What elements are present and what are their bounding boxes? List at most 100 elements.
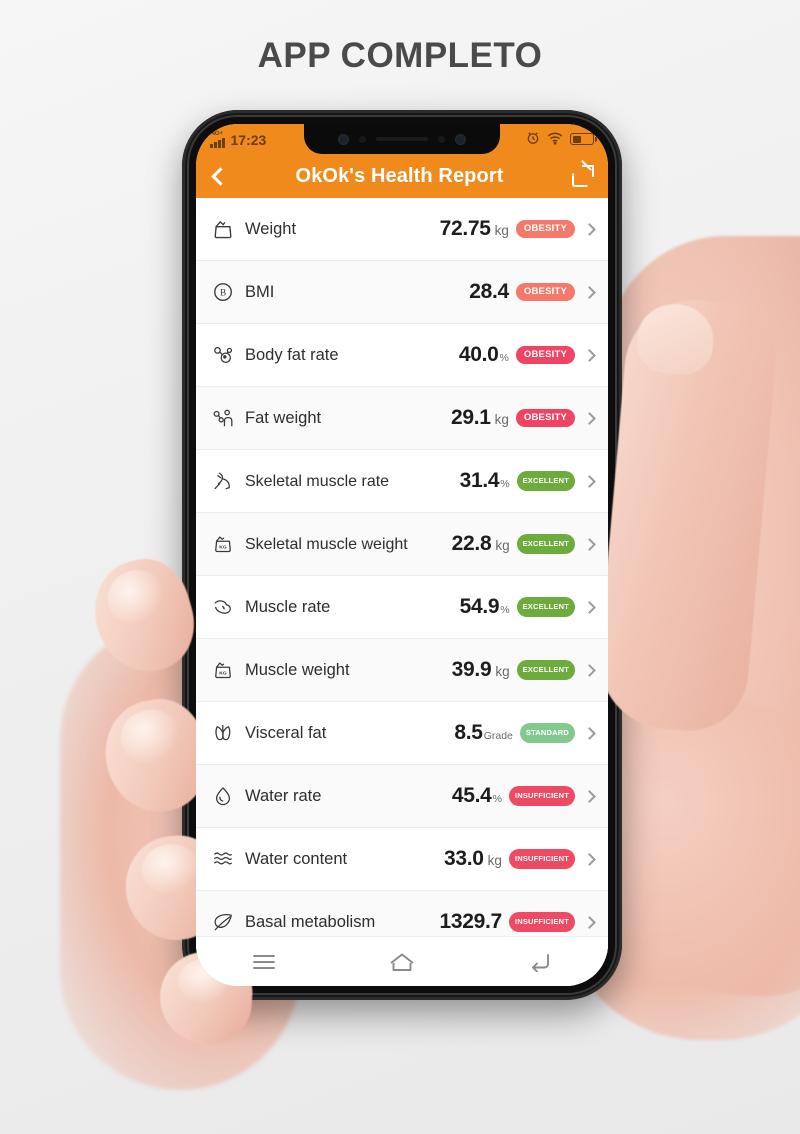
chevron-right-icon[interactable] xyxy=(583,789,596,803)
chevron-right-icon[interactable] xyxy=(583,222,596,236)
front-camera-icon xyxy=(338,133,349,145)
waves-icon xyxy=(210,846,236,872)
status-badge: OBESITY xyxy=(515,283,575,301)
row-label: Muscle rate xyxy=(245,597,331,616)
svg-text:KG: KG xyxy=(219,545,227,551)
chevron-right-icon[interactable] xyxy=(583,663,596,677)
row-value-unit: Grade xyxy=(483,730,513,742)
row-value-unit: % xyxy=(500,478,510,490)
row-label: Basal metabolism xyxy=(245,912,376,931)
kg-tag-icon: KG xyxy=(210,531,236,557)
scale-icon xyxy=(210,216,236,242)
signal-icon xyxy=(210,137,225,148)
fat-cells-icon xyxy=(210,342,236,368)
row-value: 33.0 kg xyxy=(444,847,502,871)
row-value: 45.4% xyxy=(452,784,502,808)
row-value: 22.8 kg xyxy=(452,532,510,556)
row-value-number: 22.8 xyxy=(451,532,492,555)
table-row[interactable]: Visceral fat 8.5 Grade STANDARD xyxy=(196,702,608,765)
row-value-unit: kg xyxy=(494,223,509,238)
chevron-right-icon[interactable] xyxy=(583,348,596,362)
row-value: 39.9 kg xyxy=(452,658,510,682)
chevron-right-icon[interactable] xyxy=(583,474,596,488)
front-camera-2-icon xyxy=(455,133,466,145)
row-value-number: 8.5 xyxy=(454,721,483,744)
row-value-number: 72.75 xyxy=(439,217,491,240)
row-value-number: 45.4 xyxy=(451,784,492,807)
status-bar-left: 4G+ 17:23 xyxy=(210,131,266,148)
home-button[interactable] xyxy=(389,952,415,972)
share-icon[interactable] xyxy=(572,165,594,187)
leaf-icon xyxy=(210,909,236,935)
table-row[interactable]: Skeletal muscle rate 31.4% EXCELLENT xyxy=(196,450,608,513)
chevron-right-icon[interactable] xyxy=(583,411,596,425)
table-row[interactable]: Muscle rate 54.9% EXCELLENT xyxy=(196,576,608,639)
table-row[interactable]: Weight 72.75 kg OBESITY xyxy=(196,198,608,261)
status-badge: INSUFFICIENT xyxy=(508,849,575,869)
table-row[interactable]: B BMI 28.4 OBESITY xyxy=(196,261,608,324)
earpiece-speaker xyxy=(376,137,428,141)
chevron-right-icon[interactable] xyxy=(583,537,596,551)
row-value: 72.75 kg xyxy=(440,217,509,241)
status-badge: EXCELLENT xyxy=(516,660,575,680)
app-bar: OkOk's Health Report xyxy=(196,154,608,198)
row-value-unit: % xyxy=(492,793,502,805)
chevron-right-icon[interactable] xyxy=(583,600,596,614)
row-value: 40.0% xyxy=(459,343,509,367)
table-row[interactable]: Fat weight 29.1 kg OBESITY xyxy=(196,387,608,450)
svg-text:KG: KG xyxy=(219,671,227,677)
chevron-right-icon[interactable] xyxy=(583,285,596,299)
table-row[interactable]: Water content 33.0 kg INSUFFICIENT xyxy=(196,828,608,891)
status-badge: OBESITY xyxy=(515,409,575,427)
android-nav-bar xyxy=(196,936,608,986)
row-label: Water content xyxy=(245,849,348,868)
photo-scene: 4G+ 17:23 OkOk's Health Report Weight 72… xyxy=(0,0,800,1134)
chevron-right-icon[interactable] xyxy=(583,915,596,929)
row-value-number: 39.9 xyxy=(451,658,492,681)
row-label: Weight xyxy=(245,219,297,238)
row-value: 1329.7 xyxy=(439,910,502,934)
svg-text:B: B xyxy=(220,288,226,298)
status-badge: INSUFFICIENT xyxy=(508,786,575,806)
bicep-icon xyxy=(210,594,236,620)
row-value-number: 28.4 xyxy=(469,280,509,303)
row-value: 29.1 kg xyxy=(451,406,509,430)
row-value-unit: kg xyxy=(487,853,502,868)
row-value-number: 54.9 xyxy=(459,595,500,618)
bmi-icon: B xyxy=(210,279,236,305)
recents-button[interactable] xyxy=(252,953,276,971)
row-label: Body fat rate xyxy=(245,345,339,364)
report-list: Weight 72.75 kg OBESITY B BMI 28.4 OBESITY Body … xyxy=(196,198,608,954)
row-value-unit: kg xyxy=(495,664,510,679)
row-value-unit: kg xyxy=(494,412,509,427)
row-value-number: 29.1 xyxy=(450,406,491,429)
row-value-number: 40.0 xyxy=(458,343,499,366)
report-list-scroll[interactable]: Weight 72.75 kg OBESITY B BMI 28.4 OBESITY Body … xyxy=(196,198,608,986)
chevron-right-icon[interactable] xyxy=(583,726,596,740)
back-button[interactable] xyxy=(528,952,552,972)
skeletal-leg-icon xyxy=(210,468,236,494)
table-row[interactable]: Body fat rate 40.0% OBESITY xyxy=(196,324,608,387)
organ-icon xyxy=(210,720,236,746)
sensor-icon xyxy=(359,135,366,143)
row-value-number: 1329.7 xyxy=(439,910,502,933)
alarm-icon xyxy=(526,131,540,148)
table-row[interactable]: KG Muscle weight 39.9 kg EXCELLENT xyxy=(196,639,608,702)
row-value-number: 31.4 xyxy=(459,469,500,492)
table-row[interactable]: Water rate 45.4% INSUFFICIENT xyxy=(196,765,608,828)
status-bar: 4G+ 17:23 xyxy=(196,124,608,154)
status-bar-right xyxy=(526,131,597,148)
proximity-sensor-icon xyxy=(438,135,445,143)
status-badge: EXCELLENT xyxy=(516,597,575,617)
table-row[interactable]: KG Skeletal muscle weight 22.8 kg EXCELLENT xyxy=(196,513,608,576)
row-label: Skeletal muscle rate xyxy=(245,472,390,490)
status-badge: OBESITY xyxy=(515,346,575,364)
row-value: 54.9% xyxy=(460,595,510,619)
row-label: BMI xyxy=(245,282,275,301)
row-value-unit: kg xyxy=(495,538,510,553)
chevron-right-icon[interactable] xyxy=(583,852,596,866)
status-badge: EXCELLENT xyxy=(516,534,575,554)
row-value-number: 33.0 xyxy=(443,847,484,870)
row-value: 8.5 Grade xyxy=(454,721,512,745)
row-label: Water rate xyxy=(245,786,322,805)
